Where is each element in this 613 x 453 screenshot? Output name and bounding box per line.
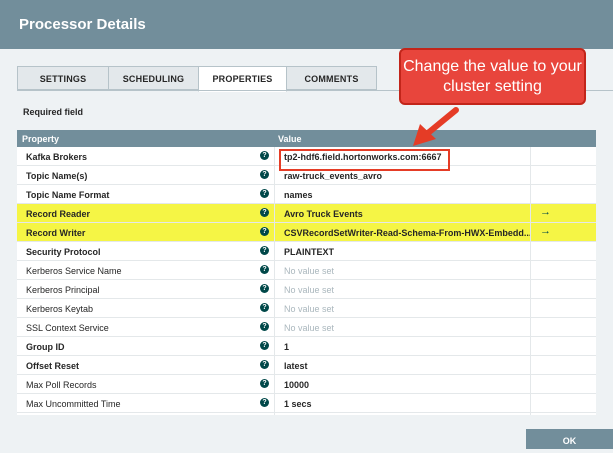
annotation-callout: Change the value to your cluster setting: [399, 48, 586, 105]
ok-button[interactable]: OK: [526, 429, 613, 449]
